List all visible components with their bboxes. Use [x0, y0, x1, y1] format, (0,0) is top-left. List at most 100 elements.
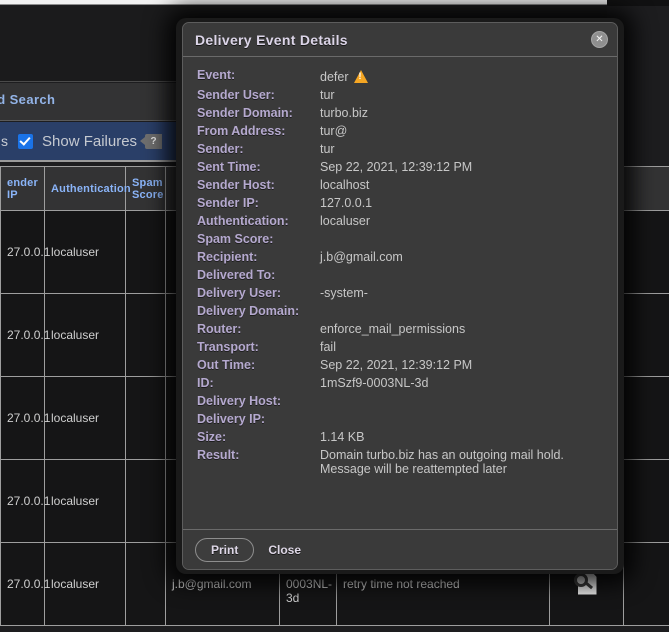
- value-sender-ip: 127.0.0.1: [320, 196, 373, 210]
- detail-row-recipient: Recipient: j.b@gmail.com: [197, 250, 603, 268]
- value-out-time: Sep 22, 2021, 12:39:12 PM: [320, 358, 473, 372]
- value-size: 1.14 KB: [320, 430, 365, 444]
- cell-authentication: localuser: [44, 293, 126, 377]
- value-delivery-domain: [320, 304, 603, 322]
- cell-spam-score: [125, 459, 166, 543]
- detail-row-delivery-ip: Delivery IP:: [197, 412, 603, 430]
- value-id: 1mSzf9-0003NL-3d: [320, 376, 429, 390]
- value-event-text: defer: [320, 70, 349, 84]
- cell-sender-ip: 27.0.0.1: [0, 210, 50, 294]
- event-details-list: Event: defer Sender User: tur Sender Dom…: [197, 68, 603, 480]
- cell-spam-score: [125, 376, 166, 460]
- value-router: enforce_mail_permissions: [320, 322, 466, 336]
- value-delivery-host: [320, 394, 603, 412]
- value-event: defer: [320, 68, 603, 88]
- label-sent-time: Sent Time:: [197, 160, 261, 174]
- label-size: Size:: [197, 430, 227, 444]
- detail-row-sender-domain: Sender Domain: turbo.biz: [197, 106, 603, 124]
- cell-spam-score: [125, 293, 166, 377]
- value-sent-time: Sep 22, 2021, 12:39:12 PM: [320, 160, 473, 174]
- label-sender-ip: Sender IP:: [197, 196, 259, 210]
- value-from-address: tur@: [320, 124, 348, 138]
- dialog-title: Delivery Event Details: [195, 31, 348, 48]
- value-sender-host: localhost: [320, 178, 370, 192]
- print-button[interactable]: Print: [195, 537, 255, 562]
- table-header-extra[interactable]: [623, 166, 669, 211]
- delivery-event-details-dialog: Delivery Event Details ✕ Event: defer Se…: [182, 22, 618, 570]
- table-header-sender-ip[interactable]: ender IP: [0, 166, 45, 211]
- value-delivered-to: [320, 268, 603, 286]
- show-failures-checkbox[interactable]: [18, 133, 33, 149]
- cell-sender-ip: 27.0.0.1: [0, 376, 50, 460]
- detail-row-out-time: Out Time: Sep 22, 2021, 12:39:12 PM: [197, 358, 603, 376]
- detail-row-delivery-user: Delivery User: -system-: [197, 286, 603, 304]
- label-delivery-domain: Delivery Domain:: [197, 304, 300, 318]
- label-out-time: Out Time:: [197, 358, 256, 372]
- detail-row-event: Event: defer: [197, 68, 603, 88]
- dialog-body: Event: defer Sender User: tur Sender Dom…: [183, 57, 617, 529]
- detail-row-authentication: Authentication: localuser: [197, 214, 603, 232]
- label-event: Event:: [197, 68, 236, 82]
- advanced-search-label: ced Search: [0, 92, 56, 107]
- label-authentication: Authentication:: [197, 214, 289, 228]
- detail-row-transport: Transport: fail: [197, 340, 603, 358]
- label-recipient: Recipient:: [197, 250, 258, 264]
- detail-row-spam-score: Spam Score:: [197, 232, 603, 250]
- show-failures-label: Show Failures: [42, 132, 138, 150]
- cell-extra: [623, 542, 669, 626]
- label-sender-domain: Sender Domain:: [197, 106, 293, 120]
- value-sender-domain: turbo.biz: [320, 106, 368, 120]
- label-delivery-user: Delivery User:: [197, 286, 282, 300]
- cell-sender-ip: 27.0.0.1: [0, 293, 50, 377]
- label-id: ID:: [197, 376, 214, 390]
- value-delivery-user: -system-: [320, 286, 368, 300]
- value-result: Domain turbo.biz has an outgoing mail ho…: [320, 448, 564, 476]
- filter-bar-partial-label: s: [1, 133, 8, 149]
- browser-top-strip: [0, 0, 607, 5]
- value-delivery-ip: [320, 412, 603, 430]
- dialog-header: Delivery Event Details ✕: [183, 23, 617, 57]
- cell-spam-score: [125, 210, 166, 294]
- label-delivery-host: Delivery Host:: [197, 394, 282, 408]
- detail-row-sender-user: Sender User: tur: [197, 88, 603, 106]
- label-sender-user: Sender User:: [197, 88, 275, 102]
- cell-authentication: localuser: [44, 542, 126, 626]
- cell-extra: [623, 376, 669, 460]
- label-sender: Sender:: [197, 142, 244, 156]
- detail-row-sender-host: Sender Host: localhost: [197, 178, 603, 196]
- cell-extra: [623, 210, 669, 294]
- detail-row-delivery-host: Delivery Host:: [197, 394, 603, 412]
- value-spam-score: [320, 232, 603, 250]
- label-result: Result:: [197, 448, 240, 462]
- detail-row-id: ID: 1mSzf9-0003NL-3d: [197, 376, 603, 394]
- detail-row-sent-time: Sent Time: Sep 22, 2021, 12:39:12 PM: [197, 160, 603, 178]
- cell-extra: [623, 293, 669, 377]
- cell-extra: [623, 459, 669, 543]
- detail-row-delivered-to: Delivered To:: [197, 268, 603, 286]
- label-router: Router:: [197, 322, 242, 336]
- cell-authentication: localuser: [44, 459, 126, 543]
- value-transport: fail: [320, 340, 336, 354]
- label-from-address: From Address:: [197, 124, 286, 138]
- top-strip-filler: [607, 0, 669, 6]
- cell-authentication: localuser: [44, 210, 126, 294]
- close-icon[interactable]: ✕: [591, 31, 608, 48]
- warning-triangle-icon: [353, 70, 368, 83]
- dialog-footer: Print Close: [183, 529, 617, 569]
- detail-row-result: Result: Domain turbo.biz has an outgoing…: [197, 448, 603, 480]
- label-delivery-ip: Delivery IP:: [197, 412, 266, 426]
- label-delivered-to: Delivered To:: [197, 268, 276, 282]
- table-header-authentication[interactable]: Authentication: [44, 166, 131, 211]
- label-transport: Transport:: [197, 340, 259, 354]
- detail-row-sender: Sender: tur: [197, 142, 603, 160]
- cell-sender-ip: 27.0.0.1: [0, 459, 50, 543]
- detail-row-sender-ip: Sender IP: 127.0.0.1: [197, 196, 603, 214]
- detail-row-delivery-domain: Delivery Domain:: [197, 304, 603, 322]
- value-sender-user: tur: [320, 88, 335, 102]
- value-authentication: localuser: [320, 214, 371, 228]
- cell-spam-score: [125, 542, 166, 626]
- table-header-spam-score[interactable]: Spam Score: [125, 166, 166, 211]
- close-button[interactable]: Close: [268, 543, 301, 557]
- value-recipient: j.b@gmail.com: [320, 250, 403, 264]
- help-icon[interactable]: ?: [140, 133, 163, 149]
